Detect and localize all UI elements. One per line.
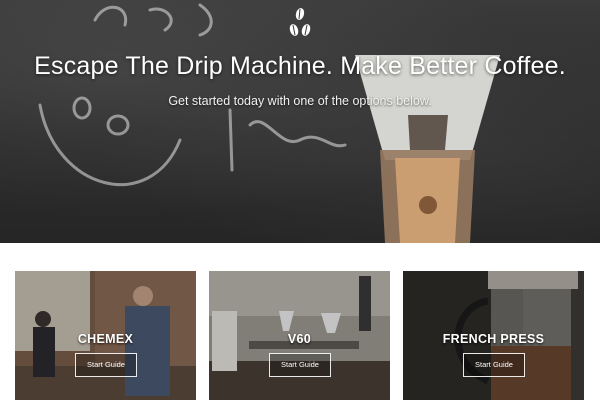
guide-card-french-press[interactable]: FRENCH PRESS Start Guide xyxy=(403,271,584,400)
hero-title: Escape The Drip Machine. Make Better Cof… xyxy=(34,52,566,80)
guide-card-chemex[interactable]: CHEMEX Start Guide xyxy=(15,271,196,400)
coffee-beans-icon xyxy=(289,8,311,36)
guide-card-v60[interactable]: V60 Start Guide xyxy=(209,271,390,400)
start-guide-button[interactable]: Start Guide xyxy=(463,353,525,377)
start-guide-button[interactable]: Start Guide xyxy=(269,353,331,377)
guide-title: CHEMEX xyxy=(77,332,134,346)
guide-title: FRENCH PRESS xyxy=(442,332,545,346)
start-guide-button[interactable]: Start Guide xyxy=(75,353,137,377)
hero-section: Escape The Drip Machine. Make Better Cof… xyxy=(0,0,600,243)
hero-subtitle: Get started today with one of the option… xyxy=(168,94,432,108)
guide-title: V60 xyxy=(287,332,312,346)
guide-cards-section: CHEMEX Start Guide V60 Start Guide FRENC… xyxy=(0,243,600,400)
